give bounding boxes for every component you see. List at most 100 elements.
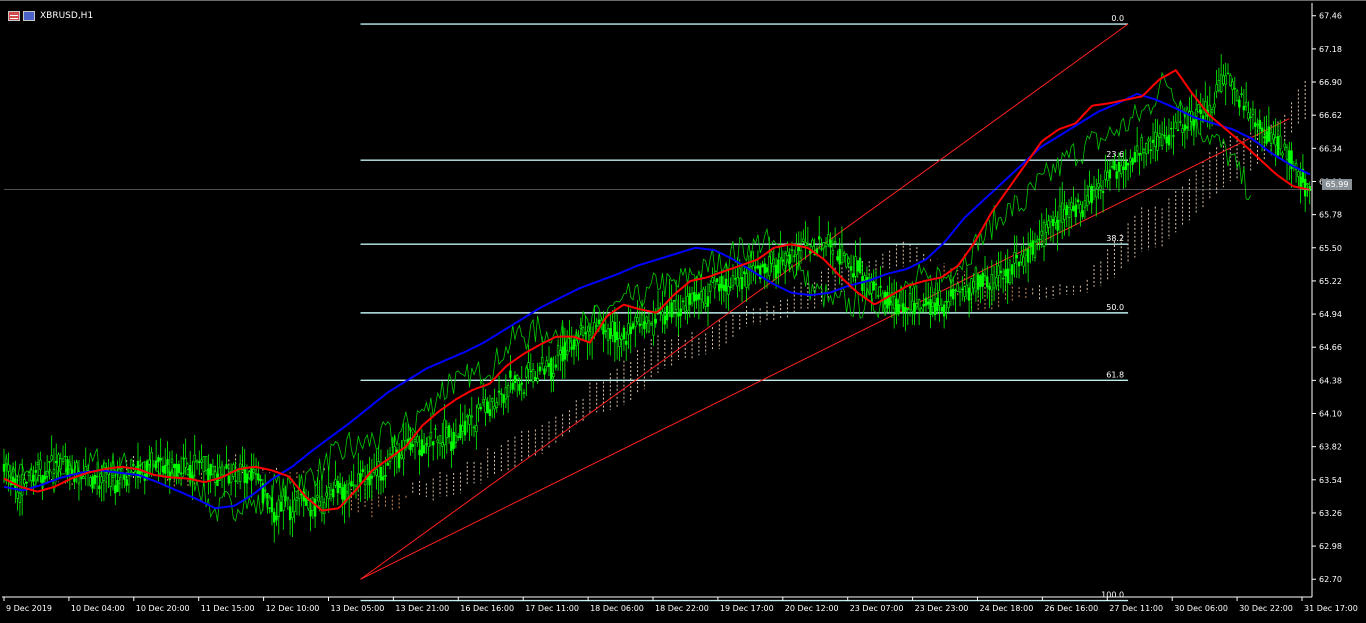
candle-body xyxy=(1124,161,1127,170)
candle-body xyxy=(559,350,562,355)
candle-body xyxy=(765,267,769,273)
candle-body xyxy=(988,285,991,290)
candle-body xyxy=(586,331,589,343)
price-tick-label: 67.18 xyxy=(1319,45,1342,54)
candle-body xyxy=(981,272,984,287)
candle-body xyxy=(1051,218,1055,227)
candle-body xyxy=(384,474,387,477)
candle-body xyxy=(145,460,149,479)
candle-body xyxy=(836,256,839,261)
candle-body xyxy=(838,248,841,265)
table-icon[interactable] xyxy=(8,11,20,21)
candle-body xyxy=(293,499,296,512)
candle-body xyxy=(1101,191,1105,193)
candle-body xyxy=(709,284,712,292)
candle-body xyxy=(429,431,433,439)
candle-body xyxy=(1024,250,1028,256)
candle-body xyxy=(257,473,260,481)
time-tick-label: 24 Dec 18:00 xyxy=(980,604,1034,613)
candle-body xyxy=(438,435,442,444)
candle-body xyxy=(273,512,276,523)
candle-body xyxy=(1165,136,1168,144)
candle-body xyxy=(114,485,117,494)
window-icon[interactable] xyxy=(23,11,35,21)
candle-body xyxy=(963,286,966,297)
candle-body xyxy=(397,450,401,469)
candle-body xyxy=(783,252,787,266)
candle-body xyxy=(570,346,573,350)
candle-body xyxy=(531,368,535,383)
candle-body xyxy=(45,471,49,477)
candle-body xyxy=(965,284,969,293)
price-tick-label: 66.34 xyxy=(1319,144,1342,153)
candle-body xyxy=(881,292,885,300)
time-tick-label: 19 Dec 17:00 xyxy=(720,604,774,613)
candle-body xyxy=(906,308,909,310)
candle-body xyxy=(18,492,22,503)
time-tick-label: 9 Dec 2019 xyxy=(6,604,52,613)
candle-body xyxy=(974,267,978,292)
candle-body xyxy=(738,267,741,279)
candle-body xyxy=(1260,127,1264,132)
candle-body xyxy=(877,295,880,297)
candle-body xyxy=(827,234,830,245)
candle-body xyxy=(504,387,508,400)
candle-body xyxy=(513,375,517,384)
candle-body xyxy=(189,465,192,479)
candle-body xyxy=(220,465,224,476)
candle-body xyxy=(452,432,455,449)
candle-body xyxy=(786,251,789,256)
time-tick-label: 20 Dec 12:00 xyxy=(785,604,839,613)
candle-body xyxy=(375,469,378,476)
candle-body xyxy=(82,476,85,479)
candle-body xyxy=(529,370,533,373)
candle-body xyxy=(643,321,646,329)
candle-body xyxy=(543,368,546,375)
candle-body xyxy=(772,258,776,267)
candle-body xyxy=(954,289,957,292)
price-chart[interactable]: 0.023.638.250.061.8100.0 67.4667.1866.90… xyxy=(0,1,1366,623)
candle-body xyxy=(1229,74,1232,86)
candle-body xyxy=(1074,204,1078,217)
candle-body xyxy=(1240,93,1243,95)
candle-body xyxy=(1233,87,1236,90)
candle-body xyxy=(874,283,878,286)
candle-body xyxy=(70,468,74,475)
candle-body xyxy=(479,407,483,410)
candle-body xyxy=(175,463,178,477)
candle-body xyxy=(597,319,601,325)
candle-body xyxy=(949,289,953,297)
candle-body xyxy=(686,296,689,312)
candle-body xyxy=(1097,183,1100,188)
candle-body xyxy=(777,259,780,274)
candle-body xyxy=(1133,151,1137,163)
candle-body xyxy=(486,401,489,414)
candle-body xyxy=(1031,240,1034,255)
candle-body xyxy=(41,475,44,483)
candle-body xyxy=(793,255,796,257)
candle-body xyxy=(620,335,623,340)
candle-body xyxy=(743,271,746,275)
candle-body xyxy=(431,441,435,446)
time-tick-label: 23 Dec 07:00 xyxy=(850,604,904,613)
candle-body xyxy=(1183,124,1187,131)
candle-body xyxy=(711,277,714,283)
candle-body xyxy=(377,461,380,477)
candle-body xyxy=(976,274,980,290)
candle-body xyxy=(1199,109,1202,115)
time-tick-label: 11 Dec 15:00 xyxy=(201,604,255,613)
candle-body xyxy=(436,439,439,443)
candle-body xyxy=(68,465,72,470)
candle-body xyxy=(204,456,208,471)
candle-body xyxy=(248,471,251,479)
candle-body xyxy=(386,462,389,466)
candle-body xyxy=(25,482,28,484)
candle-body xyxy=(1256,123,1259,126)
candle-body xyxy=(132,464,135,466)
candle-body xyxy=(595,325,598,327)
candle-body xyxy=(1067,207,1071,218)
candle-body xyxy=(1231,81,1234,90)
candle-body xyxy=(468,415,471,425)
candle-body xyxy=(1251,109,1255,115)
candle-body xyxy=(66,459,69,477)
